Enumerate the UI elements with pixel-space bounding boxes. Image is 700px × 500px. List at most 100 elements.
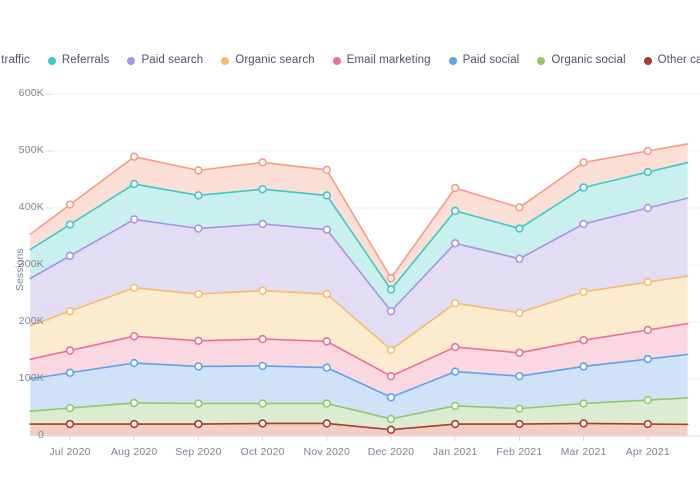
legend-item-organic_social[interactable]: Organic social (537, 55, 626, 67)
legend-item-other_campaigns[interactable]: Other campaigns (643, 55, 700, 67)
data-point-marker[interactable] (451, 401, 460, 410)
data-point-marker[interactable] (451, 298, 460, 308)
chart-legend: Direct traffic Referrals Paid search Organi… (0, 52, 700, 70)
legend-item-label: Email marketing (346, 54, 431, 67)
data-point-marker[interactable] (579, 219, 588, 229)
data-point-marker[interactable] (451, 183, 460, 193)
data-point-marker[interactable] (579, 336, 588, 345)
data-point-marker[interactable] (322, 289, 331, 299)
data-point-marker[interactable] (515, 308, 524, 318)
legend-dot-icon (448, 57, 457, 65)
data-point-marker[interactable] (194, 362, 203, 371)
data-point-marker[interactable] (515, 371, 524, 381)
data-point-marker[interactable] (515, 203, 524, 212)
legend-item-paid_search[interactable]: Paid search (127, 55, 203, 67)
data-point-marker[interactable] (515, 348, 524, 357)
data-point-marker[interactable] (130, 152, 139, 161)
y-axis-tick-label: 500K (18, 144, 44, 156)
data-point-marker[interactable] (579, 419, 588, 428)
data-point-marker[interactable] (322, 419, 331, 428)
x-axis-tick-label: Oct 2020 (240, 446, 285, 458)
data-point-marker[interactable] (386, 285, 396, 294)
data-point-marker[interactable] (386, 425, 396, 434)
data-point-marker[interactable] (386, 393, 396, 402)
legend-item-direct_traffic[interactable]: Direct traffic (0, 55, 30, 67)
data-point-marker[interactable] (194, 224, 203, 233)
data-point-marker[interactable] (386, 414, 396, 424)
data-point-marker[interactable] (130, 358, 139, 368)
data-point-marker[interactable] (130, 215, 139, 224)
data-point-marker[interactable] (258, 419, 267, 428)
data-point-marker[interactable] (130, 179, 139, 189)
data-point-marker[interactable] (130, 398, 139, 408)
data-point-marker[interactable] (322, 165, 331, 175)
data-point-marker[interactable] (258, 361, 267, 371)
data-point-marker[interactable] (194, 166, 203, 175)
data-point-marker[interactable] (65, 220, 75, 229)
data-point-marker[interactable] (258, 184, 267, 194)
data-point-marker[interactable] (194, 191, 203, 200)
data-point-marker[interactable] (386, 273, 396, 283)
data-point-marker[interactable] (643, 354, 652, 364)
data-point-marker[interactable] (258, 286, 267, 295)
x-axis-tick-label: Jul 2020 (49, 446, 91, 458)
data-point-marker[interactable] (579, 287, 588, 296)
data-point-marker[interactable] (451, 367, 460, 376)
data-point-marker[interactable] (643, 277, 652, 287)
data-point-marker[interactable] (130, 283, 139, 293)
data-point-marker[interactable] (643, 203, 652, 213)
data-point-marker[interactable] (515, 254, 524, 263)
legend-item-paid_social[interactable]: Paid social (448, 55, 520, 67)
data-point-marker[interactable] (579, 183, 588, 192)
data-point-marker[interactable] (386, 306, 396, 316)
data-point-marker[interactable] (258, 158, 267, 167)
x-axis-tick-label: Aug 2020 (110, 446, 158, 458)
data-point-marker[interactable] (386, 371, 396, 381)
data-point-marker[interactable] (65, 368, 75, 377)
data-point-marker[interactable] (643, 167, 652, 177)
data-point-marker[interactable] (322, 363, 331, 372)
data-point-marker[interactable] (130, 419, 139, 429)
data-point-marker[interactable] (322, 337, 331, 346)
legend-dot-icon (47, 57, 56, 65)
data-point-marker[interactable] (322, 225, 331, 234)
data-point-marker[interactable] (322, 191, 331, 200)
data-point-marker[interactable] (643, 419, 652, 429)
x-axis-tick-label: Feb 2021 (496, 446, 543, 458)
legend-item-referrals[interactable]: Referrals (47, 55, 110, 67)
data-point-marker[interactable] (65, 403, 75, 413)
data-point-marker[interactable] (194, 399, 203, 408)
x-axis-tick-label: Mar 2021 (560, 446, 607, 458)
data-point-marker[interactable] (643, 395, 652, 405)
data-point-marker[interactable] (130, 332, 139, 341)
data-point-marker[interactable] (451, 419, 460, 429)
legend-item-email_marketing[interactable]: Email marketing (332, 54, 431, 67)
data-point-marker[interactable] (579, 362, 588, 371)
data-point-marker[interactable] (65, 306, 75, 316)
data-point-marker[interactable] (451, 342, 460, 352)
data-point-marker[interactable] (65, 419, 75, 429)
data-point-marker[interactable] (643, 146, 652, 156)
data-point-marker[interactable] (258, 219, 267, 229)
data-point-marker[interactable] (65, 251, 75, 261)
data-point-marker[interactable] (258, 334, 267, 344)
x-axis-tick-label: Dec 2020 (367, 446, 415, 458)
data-point-marker[interactable] (322, 399, 331, 408)
legend-item-organic_search[interactable]: Organic search (221, 55, 315, 67)
data-point-marker[interactable] (194, 289, 203, 299)
data-point-marker[interactable] (386, 345, 396, 355)
data-point-marker[interactable] (65, 346, 75, 355)
data-point-marker[interactable] (451, 206, 460, 216)
data-point-marker[interactable] (194, 336, 203, 346)
data-point-marker[interactable] (579, 399, 588, 408)
data-point-marker[interactable] (451, 239, 460, 248)
data-point-marker[interactable] (258, 399, 267, 408)
data-point-marker[interactable] (643, 325, 652, 335)
data-point-marker[interactable] (515, 404, 524, 413)
y-axis-tick-label: 400K (18, 201, 44, 213)
data-point-marker[interactable] (515, 224, 524, 233)
data-point-marker[interactable] (65, 200, 75, 209)
data-point-marker[interactable] (194, 419, 203, 429)
data-point-marker[interactable] (515, 419, 524, 429)
data-point-marker[interactable] (579, 158, 588, 167)
